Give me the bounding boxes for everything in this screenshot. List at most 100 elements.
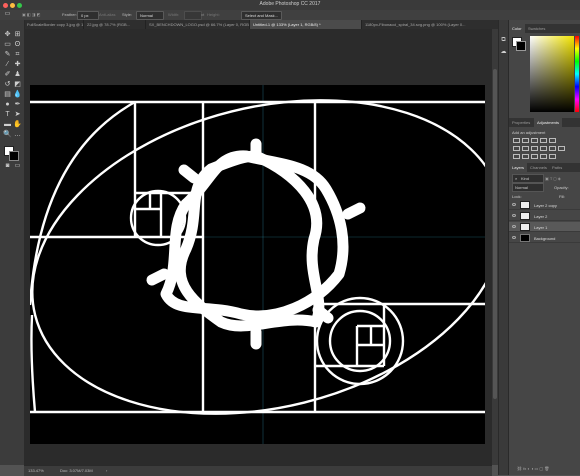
path-selection-icon[interactable]: ➤ xyxy=(13,110,22,119)
width-input[interactable] xyxy=(184,11,202,20)
blur-tool-icon[interactable]: 💧 xyxy=(13,90,22,99)
history-panel-icon[interactable]: ⧉ xyxy=(499,36,508,45)
move-tool-icon[interactable]: ✥ xyxy=(3,30,12,39)
document-size[interactable]: Doc: 3.07M/7.03M xyxy=(60,468,93,473)
tab-properties[interactable]: Properties xyxy=(509,118,533,127)
vibrance-adjustment-icon[interactable] xyxy=(549,138,556,143)
layer-filter-icons[interactable]: ▣ T ◻ ◈ xyxy=(545,176,561,181)
layers-panel-tabs: Layers Channels Paths xyxy=(509,163,580,172)
clone-stamp-icon[interactable]: ♟ xyxy=(13,70,22,79)
tab-active-document[interactable]: Untitled-1 @ 133% (Layer 1, RGB/8) * xyxy=(250,20,362,29)
selection-mode-icons[interactable]: ▣ ◧ ◨ ◩ xyxy=(22,12,40,17)
tab-document[interactable]: FullScaleBorder copy 3.jpg @ 100% (RGB..… xyxy=(24,20,84,29)
dodge-tool-icon[interactable]: ● xyxy=(3,100,12,109)
tab-document[interactable]: SX_BENCHDOWN_LOGO.psd @ 66.7% (Layer 0, … xyxy=(146,20,250,29)
knot-spoke xyxy=(178,164,200,184)
blend-mode-select[interactable]: Normal xyxy=(512,183,544,192)
layer-row[interactable]: Layer 2 copy xyxy=(509,200,580,210)
feather-input[interactable]: 0 px xyxy=(77,11,99,20)
tab-document[interactable]: 1180px-Fibonacci_spiral_34.svg.png @ 100… xyxy=(362,20,502,29)
zoom-tool-icon[interactable]: 🔍 xyxy=(3,130,12,139)
marquee-tool-preset-icon[interactable]: ▭ xyxy=(3,10,12,19)
eyedropper-icon[interactable]: ⁄ xyxy=(3,60,12,69)
quick-selection-icon[interactable]: ✎ xyxy=(3,50,12,59)
status-bar: 133.47% Doc: 3.07M/7.03M › xyxy=(24,465,492,476)
color-picker-field[interactable] xyxy=(530,36,574,112)
exposure-adjustment-icon[interactable] xyxy=(540,138,547,143)
tab-color[interactable]: Color xyxy=(509,24,525,33)
antialias-checkbox[interactable]: Anti-alias xyxy=(99,12,115,17)
artboard-tool-icon[interactable]: ⊞ xyxy=(13,30,22,39)
brightness-adjustment-icon[interactable] xyxy=(513,138,520,143)
posterize-adjustment-icon[interactable] xyxy=(522,154,529,159)
small-circle xyxy=(328,309,392,373)
more-tools-icon[interactable]: … xyxy=(13,130,22,139)
background-color-swatch[interactable] xyxy=(9,151,19,161)
visibility-eye-icon[interactable] xyxy=(512,225,516,228)
black-white-adjustment-icon[interactable] xyxy=(531,146,538,151)
golden-ratio-artwork xyxy=(30,85,485,444)
layer-thumbnail xyxy=(520,201,530,209)
hue-saturation-adjustment-icon[interactable] xyxy=(513,146,520,151)
height-label: Height: xyxy=(207,12,220,17)
tab-channels[interactable]: Channels xyxy=(527,163,550,172)
tab-paths[interactable]: Paths xyxy=(549,163,565,172)
visibility-eye-icon[interactable] xyxy=(512,214,516,217)
color-balance-adjustment-icon[interactable] xyxy=(522,146,529,151)
layer-filter-kind-select[interactable]: ⌕ Kind xyxy=(512,174,544,183)
color-lookup-adjustment-icon[interactable] xyxy=(558,146,565,151)
brush-tool-icon[interactable]: ✐ xyxy=(3,70,12,79)
document-tab-bar: FullScaleBorder copy 3.jpg @ 100% (RGB..… xyxy=(24,20,502,29)
swap-icon[interactable]: ⇄ xyxy=(201,12,204,17)
libraries-panel-icon[interactable]: ☁ xyxy=(499,48,508,57)
layer-thumbnail xyxy=(520,223,530,231)
visibility-eye-icon[interactable] xyxy=(512,203,516,206)
crop-tool-icon[interactable]: ⌗ xyxy=(13,50,22,59)
eraser-tool-icon[interactable]: ◩ xyxy=(13,80,22,89)
gradient-tool-icon[interactable]: ▤ xyxy=(3,90,12,99)
shape-tool-icon[interactable]: ▬ xyxy=(3,120,12,129)
style-label: Style: xyxy=(122,12,133,17)
layers-footer-icons[interactable]: ⛓ fx ◐ ◑ ▭ ▢ 🗑 xyxy=(517,466,549,471)
hand-tool-icon[interactable]: ✋ xyxy=(13,120,22,129)
knot-spoke xyxy=(312,304,334,324)
photo-filter-adjustment-icon[interactable] xyxy=(540,146,547,151)
gradient-map-adjustment-icon[interactable] xyxy=(540,154,547,159)
channel-mixer-adjustment-icon[interactable] xyxy=(549,146,556,151)
search-icon: ⌕ xyxy=(515,176,518,181)
layer-row-selected[interactable]: Layer 1 xyxy=(509,222,580,232)
threshold-adjustment-icon[interactable] xyxy=(531,154,538,159)
tab-layers[interactable]: Layers xyxy=(509,163,528,172)
tools-panel: ✥ ⊞ ▭ ʘ ✎ ⌗ ⁄ ✚ ✐ ♟ ↺ ◩ ▤ 💧 ● ✒ T ➤ ▬ ✋ … xyxy=(0,20,25,465)
document-canvas[interactable] xyxy=(30,85,485,444)
tab-document[interactable]: 22.jpg @ 78.7% (RGB... xyxy=(84,20,146,29)
healing-brush-icon[interactable]: ✚ xyxy=(13,60,22,69)
invert-adjustment-icon[interactable] xyxy=(513,154,520,159)
status-arrow-icon[interactable]: › xyxy=(106,468,107,473)
style-select[interactable]: Normal xyxy=(136,11,164,20)
screen-mode-icon[interactable]: ▭ xyxy=(13,162,22,171)
type-tool-icon[interactable]: T xyxy=(3,110,12,119)
zoom-level[interactable]: 133.47% xyxy=(28,468,44,473)
scroll-thumb[interactable] xyxy=(493,69,497,399)
layer-name: Background xyxy=(534,236,556,241)
color-background-swatch[interactable] xyxy=(516,41,526,51)
history-brush-icon[interactable]: ↺ xyxy=(3,80,12,89)
tab-swatches[interactable]: Swatches xyxy=(525,24,548,33)
curves-adjustment-icon[interactable] xyxy=(531,138,538,143)
hue-slider[interactable] xyxy=(575,36,579,112)
rectangular-marquee-icon[interactable]: ▭ xyxy=(3,40,12,49)
quick-mask-icon[interactable]: ◙ xyxy=(3,162,12,171)
pen-tool-icon[interactable]: ✒ xyxy=(13,100,22,109)
visibility-eye-icon[interactable] xyxy=(512,236,516,239)
levels-adjustment-icon[interactable] xyxy=(522,138,529,143)
layer-row[interactable]: Layer 2 xyxy=(509,211,580,221)
layer-row[interactable]: Background xyxy=(509,233,580,243)
select-and-mask-button[interactable]: Select and Mask... xyxy=(241,11,282,20)
spiral-arc xyxy=(30,100,136,306)
canvas-area xyxy=(24,29,492,465)
lasso-tool-icon[interactable]: ʘ xyxy=(13,40,22,49)
selective-color-adjustment-icon[interactable] xyxy=(549,154,556,159)
tab-adjustments[interactable]: Adjustments xyxy=(534,118,563,127)
window-title: Adobe Photoshop CC 2017 xyxy=(259,1,321,7)
